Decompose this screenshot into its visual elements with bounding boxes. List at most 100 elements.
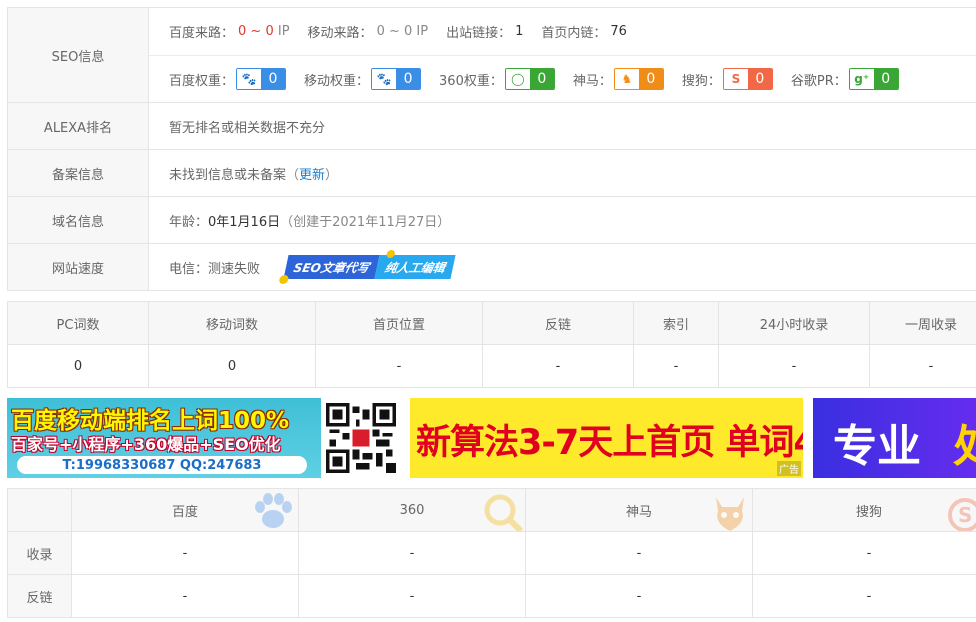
ad-banner-strip: 百度移动端排名上词100% 百家号+小程序+360爆品+SEO优化 T:1996…: [7, 398, 976, 478]
keyword-value-row: 0 0 - - - - -: [7, 344, 976, 388]
weight-baidu-label: 百度权重：: [169, 73, 235, 89]
weight-shenma-label: 神马：: [572, 73, 612, 89]
pc-words-value[interactable]: 0: [7, 344, 149, 388]
engine-backlinks-label: 反链: [7, 574, 72, 618]
seo-writing-promo[interactable]: SEO文章代写 纯人工编辑: [278, 250, 456, 284]
svg-text:S: S: [958, 503, 972, 527]
engine-sogou-label: 搜狗: [855, 504, 882, 520]
weight-mobile-value: 0: [396, 69, 421, 89]
weight-shenma: 神马： ♞ 0: [573, 68, 664, 90]
weight-google-value: 0: [873, 69, 898, 89]
pc-words-header: PC词数: [7, 301, 149, 345]
engine-baidu-indexed: -: [71, 531, 299, 575]
backlinks-value: -: [482, 344, 634, 388]
promo-seo-writing: SEO文章代写: [283, 255, 380, 279]
ad-banner-professional[interactable]: 专业 处: [813, 398, 976, 478]
ad3-headline: 专业: [833, 421, 921, 472]
domain-label: 域名信息: [8, 197, 149, 243]
engine-baidu-backlinks: -: [71, 574, 299, 618]
keyword-header-row: PC词数 移动词数 首页位置 反链 索引 24小时收录 一周收录: [7, 301, 976, 345]
magnifier-icon: [484, 494, 523, 531]
engine-indexed-row: 收录 - - - -: [7, 531, 976, 575]
weight-mobile-label: 移动权重：: [304, 73, 370, 89]
google-plus-icon: g⁺: [849, 69, 874, 89]
weight-360-badge[interactable]: ◯ 0: [504, 68, 555, 90]
homepage-position-value: -: [315, 344, 483, 388]
engine-shenma-indexed: -: [525, 531, 753, 575]
inner-links-value: 76: [610, 24, 627, 39]
engine-sogou-indexed: -: [752, 531, 976, 575]
weight-google: 谷歌PR： g⁺ 0: [791, 68, 899, 90]
alexa-label: ALEXA排名: [8, 103, 149, 149]
indexed-week-header: 一周收录: [869, 301, 976, 345]
baidu-source-unit: IP: [277, 24, 290, 39]
paw-icon: 🐾: [237, 69, 262, 89]
inner-links-label: 首页内链：: [541, 26, 607, 41]
mobile-words-value[interactable]: 0: [148, 344, 316, 388]
weight-360-value: 0: [529, 69, 554, 89]
weight-shenma-value: 0: [638, 69, 663, 89]
icp-paren-open: （: [286, 167, 300, 183]
index-value: -: [633, 344, 719, 388]
indexed-week-value: -: [869, 344, 976, 388]
seo-traffic-line: 百度来路： 0 ~ 0 IP 移动来路： 0 ~ 0 IP 出站链接： 1 首页内链：…: [149, 8, 976, 55]
domain-row: 域名信息 年龄： 0年1月16日 （创建于2021年11月27日）: [8, 196, 976, 243]
homepage-position-header: 首页位置: [315, 301, 483, 345]
ad2-headline: 新算法3-7天上首页 单词4毛: [416, 423, 803, 463]
weight-baidu-badge[interactable]: 🐾 0: [236, 68, 287, 90]
engine-stats-table: 百度 360 神马 S 搜狗 收录 - - - - 反链 - - - -: [7, 488, 976, 618]
domain-age-label: 年龄：: [169, 214, 209, 230]
ad-banner-new-algorithm[interactable]: 新算法3-7天上首页 单词4毛 广告: [410, 398, 803, 478]
icp-refresh-link[interactable]: 更新: [299, 164, 325, 183]
weight-sogou-badge[interactable]: S0: [722, 68, 773, 90]
ad1-subline: 百家号+小程序+360爆品+SEO优化: [11, 435, 281, 454]
icp-row: 备案信息 未找到信息或未备案 （更新）: [8, 149, 976, 196]
engine-360-backlinks: -: [298, 574, 526, 618]
seo-label: SEO信息: [8, 8, 149, 102]
weight-sogou: 搜狗： S 0: [682, 68, 773, 90]
sogou-icon: S: [948, 498, 976, 531]
engine-shenma-header: 神马: [525, 488, 753, 532]
ad1-headline: 百度移动端排名上词100%: [11, 408, 290, 434]
ring-icon: ◯: [505, 69, 530, 89]
weight-mobile: 移动权重： 🐾 0: [304, 68, 422, 90]
outlinks-value: 1: [515, 24, 524, 39]
icp-value: 未找到信息或未备案: [169, 167, 287, 183]
engine-360-indexed: -: [298, 531, 526, 575]
weight-google-badge[interactable]: g⁺ 0: [848, 68, 899, 90]
engine-360-header: 360: [298, 488, 526, 532]
speed-label: 网站速度: [8, 244, 149, 290]
domain-age-value: 0年1月16日: [208, 214, 281, 230]
ad-banner-baidu-mobile[interactable]: 百度移动端排名上词100% 百家号+小程序+360爆品+SEO优化 T:1996…: [7, 398, 400, 478]
horse-icon: ♞: [614, 69, 639, 89]
ad1-contact: T:19968330687 QQ:247683: [17, 456, 307, 474]
qr-code-icon: [321, 398, 400, 478]
promo-human-editing: 纯人工编辑: [374, 255, 456, 279]
engine-header-row: 百度 360 神马 S 搜狗: [7, 488, 976, 532]
engine-indexed-label: 收录: [7, 531, 72, 575]
site-info-table: SEO信息 百度来路： 0 ~ 0 IP 移动来路： 0 ~ 0 IP 出站链接： 1…: [7, 7, 976, 291]
outlinks-label: 出站链接：: [446, 26, 512, 41]
alexa-row: ALEXA排名 暂无排名或相关数据不充分: [8, 102, 976, 149]
weight-shenma-badge[interactable]: ♞ 0: [613, 68, 664, 90]
sogou-icon: S: [723, 69, 748, 89]
weight-baidu: 百度权重： 🐾 0: [169, 68, 287, 90]
engine-baidu-header: 百度: [71, 488, 299, 532]
mobile-source-value: 0 ~ 0 IP: [376, 24, 429, 39]
speed-value: 电信：测速失败: [169, 261, 261, 277]
mobile-source-label: 移动来路：: [307, 26, 373, 41]
backlinks-header: 反链: [482, 301, 634, 345]
weight-google-label: 谷歌PR：: [790, 73, 847, 89]
weight-mobile-badge[interactable]: 🐾 0: [371, 68, 422, 90]
domain-created: （创建于2021年11月27日）: [280, 214, 451, 230]
engine-shenma-backlinks: -: [525, 574, 753, 618]
index-header: 索引: [633, 301, 719, 345]
engine-corner-cell: [7, 488, 72, 532]
horse-icon: [716, 497, 744, 531]
speed-row: 网站速度 电信：测速失败 SEO文章代写 纯人工编辑: [8, 243, 976, 290]
indexed-24h-value: -: [718, 344, 870, 388]
ad2-tag: 广告: [777, 461, 801, 476]
baidu-source-value: 0 ~ 0: [238, 24, 274, 39]
promo-dot: [278, 275, 290, 284]
engine-baidu-label: 百度: [171, 504, 198, 520]
